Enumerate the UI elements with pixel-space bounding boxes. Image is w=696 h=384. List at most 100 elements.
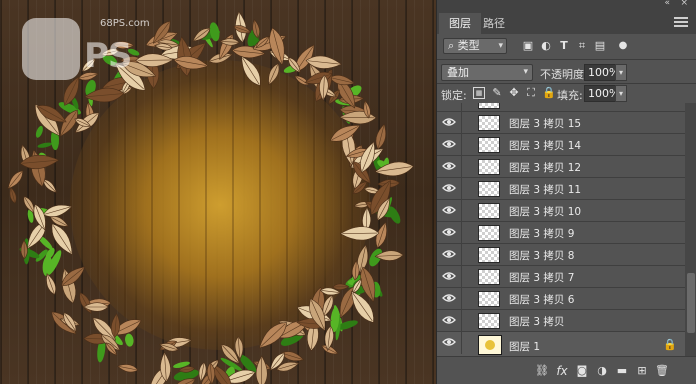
eye-icon[interactable] bbox=[442, 315, 456, 325]
eye-icon[interactable] bbox=[442, 161, 456, 171]
eye-icon[interactable] bbox=[442, 205, 456, 215]
fx-icon[interactable]: fx bbox=[555, 364, 569, 378]
layer-name: 图层 3 拷贝 15 bbox=[509, 118, 582, 130]
layer-thumbnail bbox=[478, 159, 500, 175]
link-icon[interactable]: ⛓ bbox=[535, 364, 549, 378]
layer-name: 图层 3 拷贝 14 bbox=[509, 140, 582, 152]
layer-row[interactable]: 图层 3 拷贝 8 bbox=[437, 244, 685, 266]
lock-all-icon[interactable]: 🔒 bbox=[542, 87, 556, 99]
layer-thumbnail bbox=[478, 291, 500, 307]
layer-thumbnail bbox=[478, 335, 502, 355]
layer-row[interactable]: 图层 3 拷贝 bbox=[437, 310, 685, 332]
layer-thumbnail bbox=[478, 181, 500, 197]
eye-column bbox=[461, 244, 462, 266]
watermark-logo bbox=[22, 18, 80, 80]
layer-row[interactable]: 图层 3 拷贝 15 bbox=[437, 112, 685, 134]
panel-tabs: 图层 路径 bbox=[437, 10, 696, 34]
panel-bottom-bar: ⛓ fx ◙ ◑ ▬ ⊞ 🗑 bbox=[437, 356, 696, 384]
layer-row[interactable]: 图层 1 🔒 bbox=[437, 332, 685, 356]
lock-image-icon[interactable]: ✎ bbox=[491, 87, 503, 99]
close-icon[interactable]: × bbox=[680, 0, 688, 8]
layer-thumbnail bbox=[478, 225, 500, 241]
filter-smart-object-icon[interactable]: ▤ bbox=[594, 40, 606, 52]
layer-row[interactable]: 图层 3 拷贝 10 bbox=[437, 200, 685, 222]
layers-list: 图层 3 拷贝 15 图层 3 拷贝 14 图层 3 拷贝 12 图层 3 拷贝 11… bbox=[437, 103, 685, 356]
lock-icon: 🔒 bbox=[663, 338, 677, 351]
layer-name: 图层 3 拷贝 7 bbox=[509, 272, 575, 284]
lock-transparent-icon[interactable]: ▦ bbox=[473, 87, 485, 99]
lock-artboard-icon[interactable]: ⛶ bbox=[525, 87, 537, 99]
opacity-label: 不透明度: bbox=[540, 68, 588, 81]
filter-toggle-icon[interactable]: ● bbox=[617, 40, 629, 52]
layer-name: 图层 3 拷贝 6 bbox=[509, 294, 575, 306]
layer-name: 图层 3 拷贝 11 bbox=[509, 184, 582, 196]
layers-scrollbar[interactable] bbox=[685, 103, 696, 356]
layer-row[interactable]: 图层 3 拷贝 11 bbox=[437, 178, 685, 200]
layer-thumbnail bbox=[478, 115, 500, 131]
eye-icon[interactable] bbox=[442, 337, 456, 347]
layer-name: 图层 3 拷贝 8 bbox=[509, 250, 575, 262]
layers-panel: « × 图层 路径 ⌕ 类型 ▾ ▣ ◐ T ⌗ ▤ ● 叠加 ▾ 不透明度: … bbox=[436, 0, 696, 384]
layer-row[interactable]: 图层 3 拷贝 12 bbox=[437, 156, 685, 178]
layer-thumbnail bbox=[478, 137, 500, 153]
mask-icon[interactable]: ◙ bbox=[575, 364, 589, 378]
eye-icon[interactable] bbox=[442, 117, 456, 127]
chevron-down-icon: ▾ bbox=[523, 67, 528, 77]
layer-name: 图层 3 拷贝 bbox=[509, 316, 565, 328]
eye-column bbox=[461, 310, 462, 332]
scrollbar-thumb[interactable] bbox=[687, 273, 695, 333]
watermark-text: PS bbox=[84, 36, 132, 76]
tab-paths[interactable]: 路径 bbox=[473, 13, 515, 34]
collapse-icon[interactable]: « bbox=[664, 0, 670, 8]
eye-icon[interactable] bbox=[442, 271, 456, 281]
eye-icon[interactable] bbox=[442, 183, 456, 193]
layer-row[interactable]: 图层 3 拷贝 14 bbox=[437, 134, 685, 156]
folder-icon[interactable]: ▬ bbox=[615, 364, 629, 378]
filter-row: ⌕ 类型 ▾ ▣ ◐ T ⌗ ▤ ● bbox=[437, 34, 696, 60]
eye-column bbox=[461, 332, 462, 354]
layer-name: 图层 3 拷贝 9 bbox=[509, 228, 575, 240]
eye-icon[interactable] bbox=[442, 139, 456, 149]
search-icon: ⌕ bbox=[448, 39, 455, 52]
eye-column bbox=[461, 178, 462, 200]
layer-thumbnail bbox=[478, 103, 500, 109]
layer-thumbnail bbox=[478, 269, 500, 285]
opacity-dropdown[interactable]: ▾ bbox=[615, 64, 627, 81]
filter-kind-label: 类型 bbox=[457, 39, 480, 52]
adjustment-icon[interactable]: ◑ bbox=[595, 364, 609, 378]
document-canvas[interactable]: 68PS.com PS bbox=[0, 0, 436, 384]
layer-thumbnail bbox=[478, 247, 500, 263]
panel-topbar: « × bbox=[437, 0, 696, 10]
eye-icon[interactable] bbox=[442, 249, 456, 259]
eye-column bbox=[461, 200, 462, 222]
blend-mode-value: 叠加 bbox=[447, 66, 469, 79]
filter-adjustment-icon[interactable]: ◐ bbox=[540, 40, 552, 52]
eye-column bbox=[461, 222, 462, 244]
eye-column bbox=[461, 266, 462, 288]
eye-column bbox=[461, 156, 462, 178]
layer-row-partial bbox=[437, 103, 685, 112]
filter-pixel-icon[interactable]: ▣ bbox=[522, 40, 534, 52]
new-layer-icon[interactable]: ⊞ bbox=[635, 364, 649, 378]
divider bbox=[437, 83, 696, 84]
lock-position-icon[interactable]: ✥ bbox=[508, 87, 520, 99]
layer-name: 图层 1 bbox=[509, 341, 541, 353]
fill-dropdown[interactable]: ▾ bbox=[615, 85, 627, 102]
eye-icon[interactable] bbox=[442, 293, 456, 303]
layer-row[interactable]: 图层 3 拷贝 7 bbox=[437, 266, 685, 288]
layer-thumbnail bbox=[478, 203, 500, 219]
layer-row[interactable]: 图层 3 拷贝 6 bbox=[437, 288, 685, 310]
trash-icon[interactable]: 🗑 bbox=[655, 364, 669, 378]
filter-shape-icon[interactable]: ⌗ bbox=[576, 40, 588, 52]
eye-column bbox=[461, 288, 462, 310]
fill-label: 填充: bbox=[557, 89, 583, 102]
layer-name: 图层 3 拷贝 12 bbox=[509, 162, 582, 174]
layer-row[interactable]: 图层 3 拷贝 9 bbox=[437, 222, 685, 244]
eye-column bbox=[461, 112, 462, 134]
filter-kind-select[interactable]: ⌕ 类型 ▾ bbox=[443, 38, 507, 54]
eye-icon[interactable] bbox=[442, 227, 456, 237]
filter-type-icon[interactable]: T bbox=[558, 40, 570, 52]
panel-menu-icon[interactable] bbox=[674, 17, 688, 27]
eye-column bbox=[461, 134, 462, 156]
blend-mode-select[interactable]: 叠加 ▾ bbox=[441, 64, 533, 81]
